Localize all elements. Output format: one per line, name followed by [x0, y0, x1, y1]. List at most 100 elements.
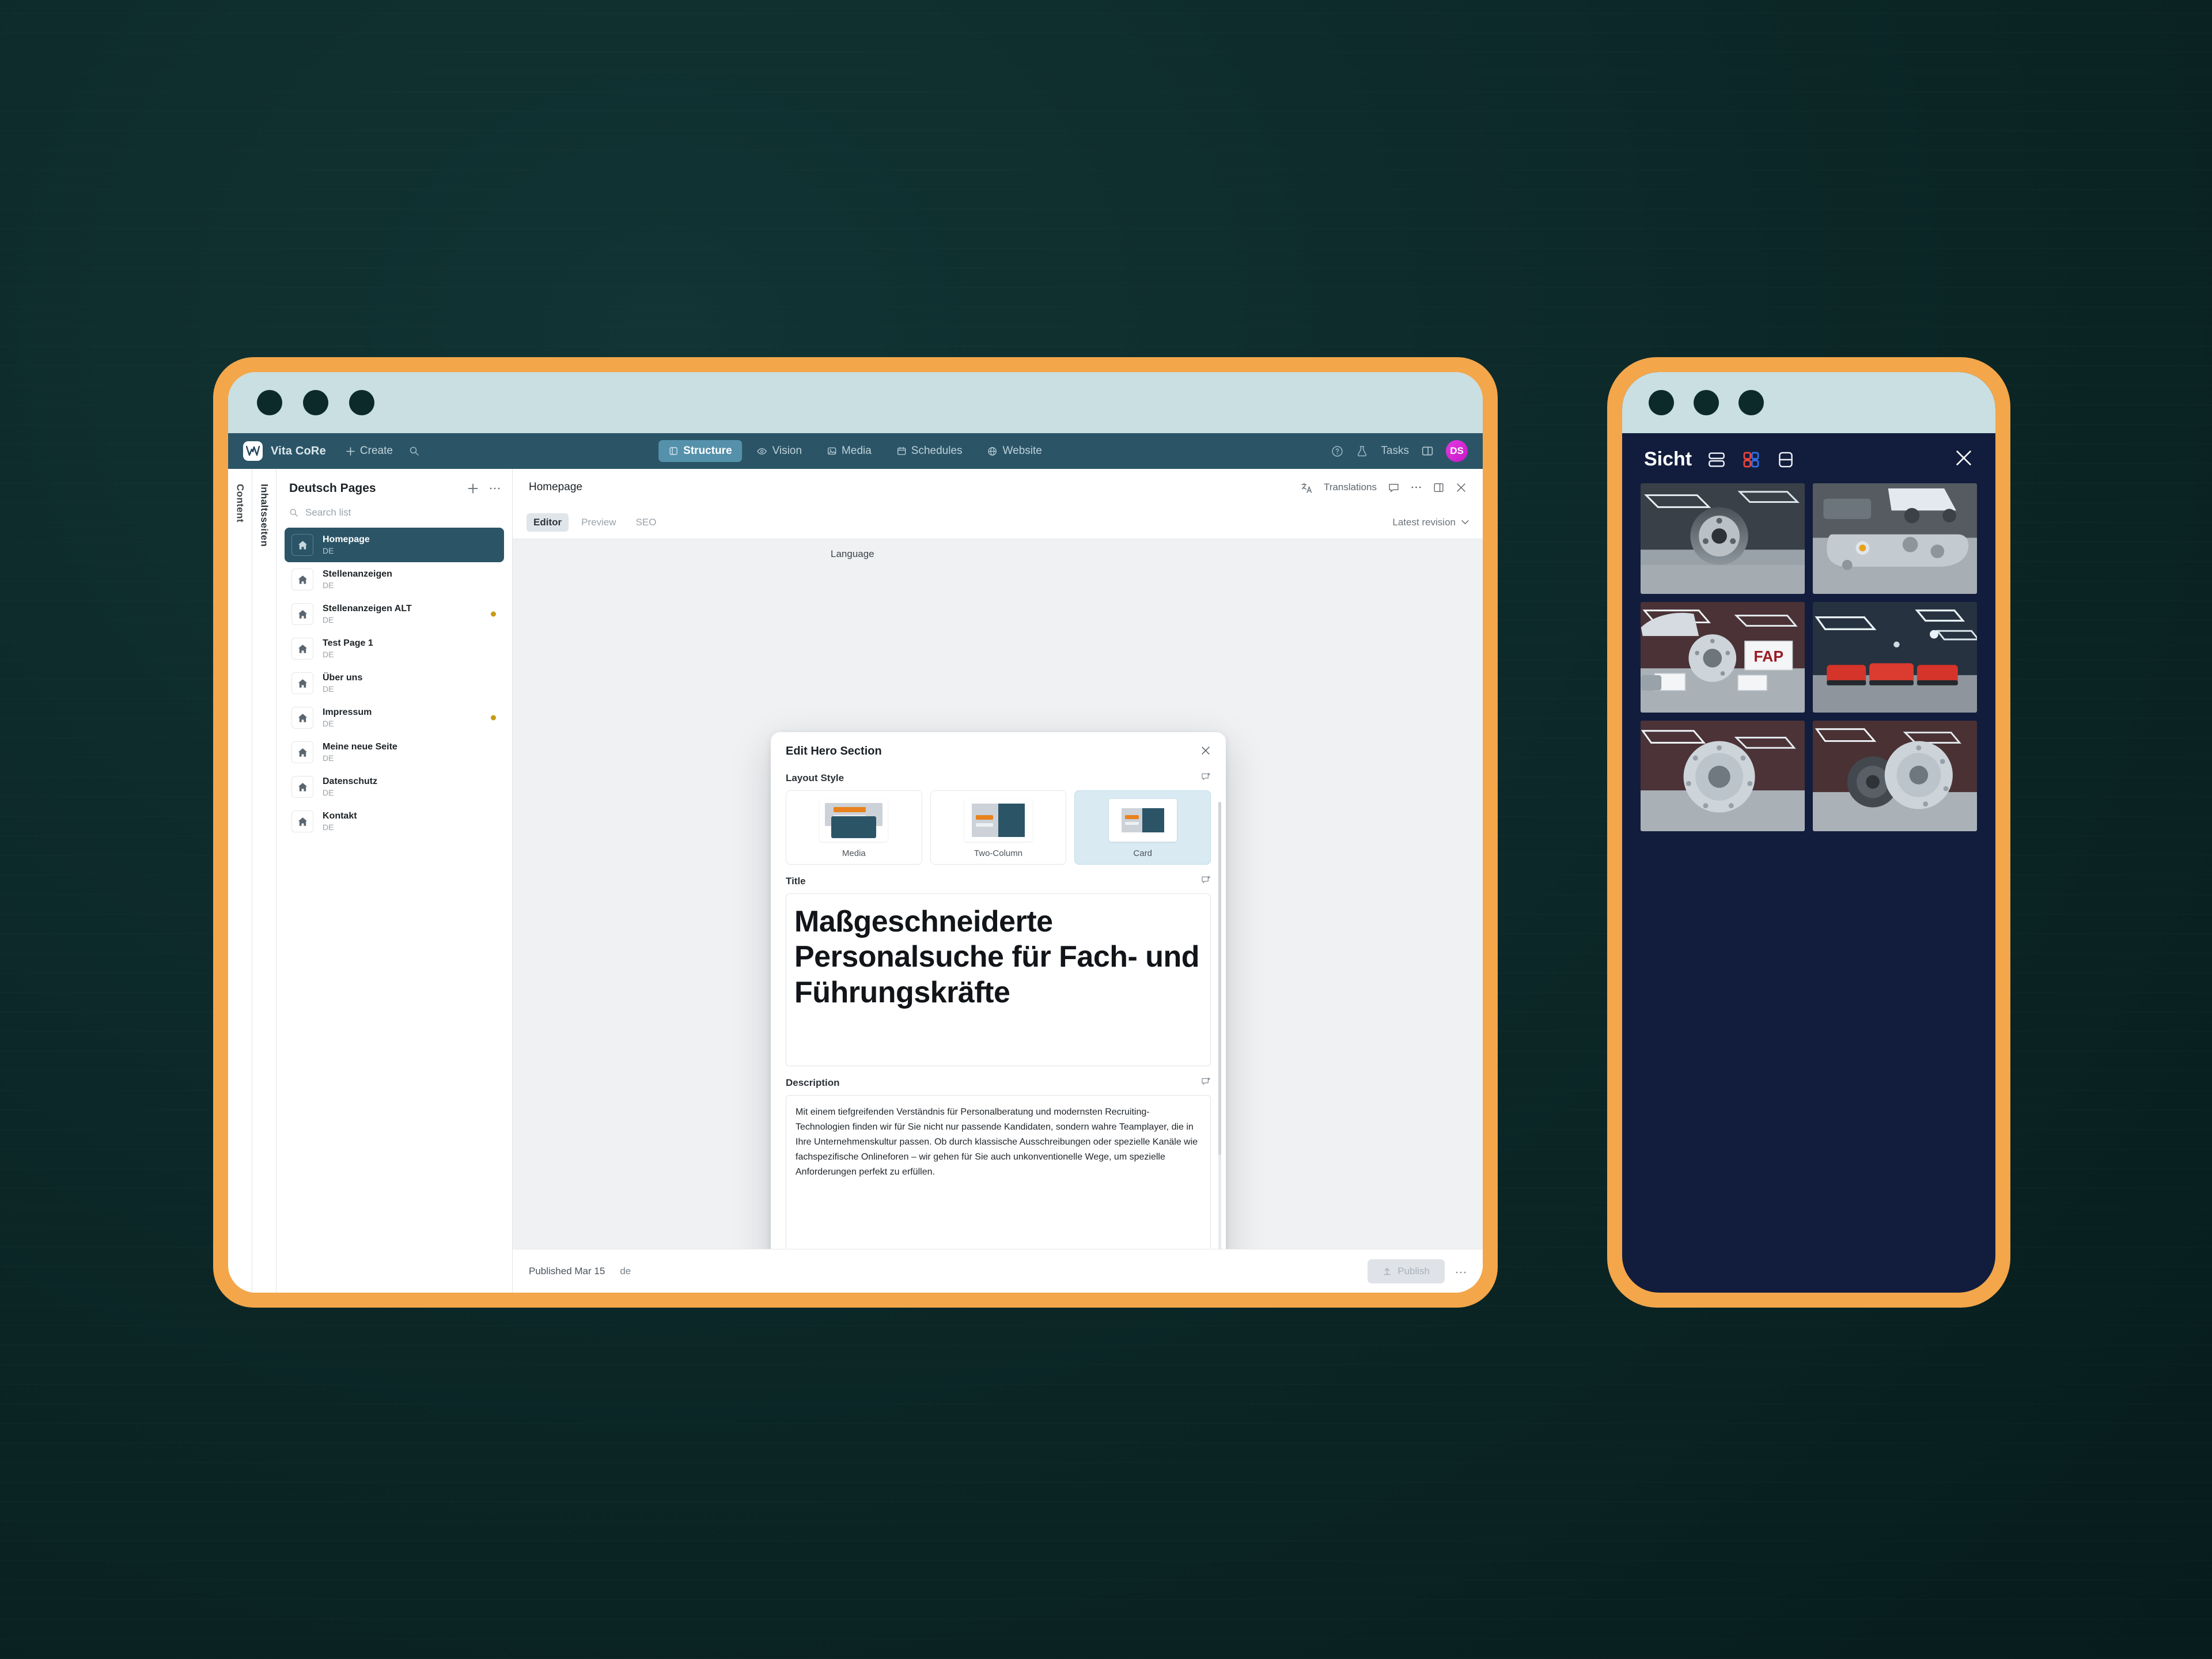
- page-list-item[interactable]: Impressum DE: [285, 700, 504, 735]
- brand[interactable]: Vita CoRe: [243, 441, 326, 461]
- translate-icon[interactable]: [1301, 482, 1312, 493]
- phone-minimize-dot[interactable]: [1694, 390, 1719, 415]
- publish-button-label: Publish: [1397, 1265, 1430, 1277]
- photo-tile[interactable]: [1813, 602, 1977, 713]
- title-add-comment-icon[interactable]: [1201, 875, 1211, 888]
- primary-nav-tabs: Structure Vision Media Schedules Website: [658, 440, 1052, 462]
- list-view-icon[interactable]: [1707, 450, 1726, 469]
- window-close-dot[interactable]: [257, 390, 282, 415]
- tab-seo[interactable]: SEO: [629, 513, 664, 532]
- modal-scrollbar[interactable]: [1218, 802, 1221, 1249]
- nav-tab-media[interactable]: Media: [817, 440, 882, 462]
- create-button[interactable]: Create: [346, 445, 393, 457]
- title-field-label: Title: [786, 876, 806, 887]
- layout-option-media[interactable]: Media: [786, 790, 922, 865]
- page-list-item-lang: DE: [323, 753, 334, 763]
- page-list-item[interactable]: Stellenanzeigen DE: [285, 562, 504, 597]
- nav-tab-website[interactable]: Website: [978, 440, 1052, 462]
- globe-icon: [988, 446, 997, 456]
- grid-view-icon[interactable]: [1741, 450, 1761, 469]
- upload-icon: [1384, 1267, 1391, 1275]
- home-icon: [291, 707, 313, 729]
- translations-label[interactable]: Translations: [1324, 482, 1377, 493]
- edit-hero-section-modal: Edit Hero Section Layout Style Media Two…: [771, 732, 1226, 1249]
- page-list-item[interactable]: Test Page 1 DE: [285, 631, 504, 666]
- footer-language[interactable]: de: [620, 1266, 631, 1277]
- page-list-item[interactable]: Kontakt DE: [285, 804, 504, 839]
- page-list-header: Deutsch Pages: [276, 469, 512, 501]
- rail-content[interactable]: Content: [228, 469, 252, 1293]
- home-icon: [291, 810, 313, 832]
- publish-status-group: Published Mar 15 de: [529, 1266, 631, 1277]
- page-list-item-name: Datenschutz: [323, 777, 378, 786]
- page-list-more-icon[interactable]: [489, 483, 501, 494]
- home-icon: [291, 569, 313, 590]
- layout-option-card[interactable]: Card: [1074, 790, 1211, 865]
- page-list-item[interactable]: Homepage DE: [285, 528, 504, 562]
- photo-tile[interactable]: [1813, 721, 1977, 831]
- rail-inhaltsseiten[interactable]: Inhaltsseiten: [252, 469, 276, 1293]
- layout-option-two-column[interactable]: Two-Column: [930, 790, 1067, 865]
- description-label-row: Description: [786, 1066, 1211, 1095]
- rail-inhaltsseiten-label: Inhaltsseiten: [259, 484, 270, 547]
- page-list-item[interactable]: Meine neue Seite DE: [285, 735, 504, 770]
- modal-header: Edit Hero Section: [771, 732, 1226, 762]
- tasks-label[interactable]: Tasks: [1381, 445, 1409, 457]
- user-avatar[interactable]: DS: [1446, 440, 1468, 462]
- window-minimize-dot[interactable]: [303, 390, 328, 415]
- publish-button[interactable]: Publish: [1368, 1259, 1445, 1283]
- editor-more-icon[interactable]: [1411, 485, 1422, 490]
- page-list-item-name: Impressum: [323, 707, 372, 717]
- help-icon[interactable]: [1331, 445, 1343, 457]
- comment-icon[interactable]: [1388, 482, 1399, 493]
- add-comment-icon[interactable]: [1201, 772, 1211, 785]
- lab-flask-icon[interactable]: [1356, 445, 1368, 457]
- add-page-icon[interactable]: [467, 483, 479, 494]
- image-icon: [827, 447, 836, 455]
- rail-content-label: Content: [234, 484, 246, 523]
- page-list-item[interactable]: Datenschutz DE: [285, 770, 504, 804]
- window-maximize-dot[interactable]: [349, 390, 374, 415]
- phone-close-dot[interactable]: [1649, 390, 1674, 415]
- tab-preview[interactable]: Preview: [574, 513, 623, 532]
- page-list-item[interactable]: Stellenanzeigen ALT DE: [285, 597, 504, 631]
- photo-tile[interactable]: FAP: [1641, 602, 1805, 713]
- page-list-item-lang: DE: [323, 546, 334, 555]
- panel-toggle-icon[interactable]: [1422, 445, 1433, 457]
- modal-title: Edit Hero Section: [786, 745, 882, 757]
- title-label-row: Title: [786, 865, 1211, 893]
- modal-body: Layout Style Media Two-Column Card Title…: [771, 762, 1226, 1249]
- modal-close-icon[interactable]: [1200, 745, 1211, 758]
- nav-tab-schedules-label: Schedules: [911, 445, 963, 457]
- global-search-icon[interactable]: [409, 446, 419, 456]
- photo-tile[interactable]: [1641, 483, 1805, 594]
- single-view-icon[interactable]: [1776, 450, 1796, 469]
- page-list-item[interactable]: Über uns DE: [285, 666, 504, 700]
- revision-selector[interactable]: Latest revision: [1392, 517, 1469, 528]
- title-input[interactable]: Maßgeschneiderte Personalsuche für Fach-…: [786, 893, 1211, 1066]
- chevron-down-icon: [1461, 520, 1469, 525]
- description-input[interactable]: Mit einem tiefgreifenden Verständnis für…: [786, 1095, 1211, 1249]
- unpublished-changes-dot: [491, 715, 496, 721]
- photo-tile[interactable]: [1813, 483, 1977, 594]
- nav-tab-vision[interactable]: Vision: [747, 440, 812, 462]
- nav-right-actions: Tasks DS: [1331, 440, 1468, 462]
- nav-tab-schedules[interactable]: Schedules: [887, 440, 973, 462]
- page-search-input[interactable]: Search list: [276, 501, 512, 528]
- layout-style-label-row: Layout Style: [786, 762, 1211, 790]
- footer-more-icon[interactable]: [1455, 1264, 1467, 1278]
- expand-panel-icon[interactable]: [1433, 482, 1444, 493]
- phone-close-icon[interactable]: [1954, 448, 1974, 471]
- nav-tab-structure[interactable]: Structure: [658, 440, 743, 462]
- description-add-comment-icon[interactable]: [1201, 1077, 1211, 1089]
- layout-style-options: Media Two-Column Card: [786, 790, 1211, 865]
- close-editor-icon[interactable]: [1456, 482, 1467, 493]
- phone-maximize-dot[interactable]: [1738, 390, 1764, 415]
- app-body: Content Inhaltsseiten Deutsch Pages Sear…: [228, 469, 1483, 1293]
- photo-tile[interactable]: [1641, 721, 1805, 831]
- page-list-item-name: Stellenanzeigen: [323, 569, 392, 579]
- tab-editor[interactable]: Editor: [527, 513, 569, 532]
- page-list-item-lang: DE: [323, 788, 334, 797]
- editor-page-title: Homepage: [529, 481, 582, 493]
- home-icon: [291, 741, 313, 763]
